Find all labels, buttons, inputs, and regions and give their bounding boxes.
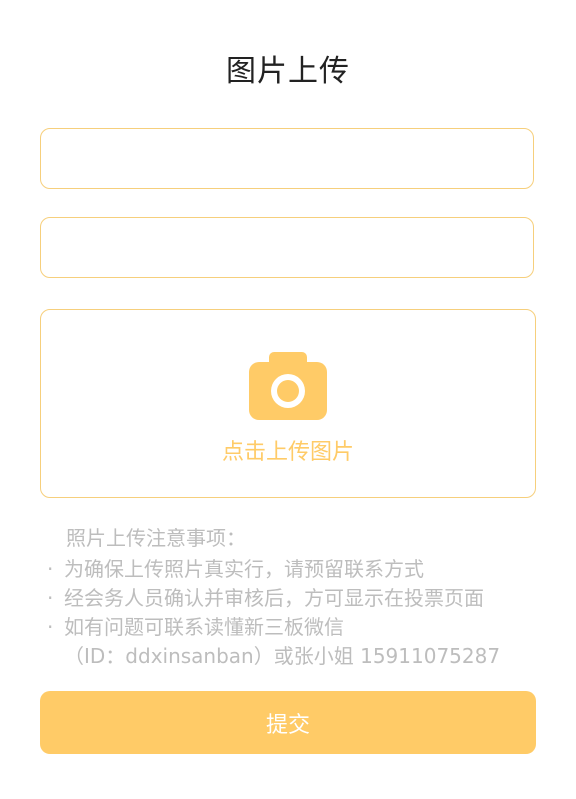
bullet-icon: ·: [47, 586, 54, 610]
contact-line: （ID：ddxinsanban）或张小姐 15911075287: [64, 644, 501, 668]
note-text: 为确保上传照片真实行，请预留联系方式: [64, 557, 424, 581]
name-input[interactable]: [40, 128, 534, 189]
note-item: · 如有问题可联系读懂新三板微信: [46, 613, 546, 642]
note-text: 如有问题可联系读懂新三板微信: [64, 615, 344, 639]
contact-input[interactable]: [40, 217, 534, 278]
image-upload-area[interactable]: 点击上传图片: [40, 309, 536, 498]
note-item: · 经会务人员确认并审核后，方可显示在投票页面: [46, 584, 546, 613]
note-text: 经会务人员确认并审核后，方可显示在投票页面: [64, 586, 484, 610]
upload-label: 点击上传图片: [221, 440, 354, 465]
submit-button[interactable]: 提交: [40, 691, 536, 754]
bullet-icon: ·: [47, 557, 54, 581]
camera-icon: [249, 352, 327, 420]
bullet-icon: ·: [47, 615, 54, 639]
notes-heading: 照片上传注意事项：: [66, 526, 246, 550]
upload-notes: 照片上传注意事项： · 为确保上传照片真实行，请预留联系方式 · 经会务人员确认…: [46, 524, 546, 671]
page-title: 图片上传: [226, 54, 350, 89]
upload-page: 图片上传 点击上传图片 照片上传注意事项： · 为确保上传照片真实行，请预留联系…: [0, 0, 576, 799]
note-item: · 为确保上传照片真实行，请预留联系方式: [46, 555, 546, 584]
